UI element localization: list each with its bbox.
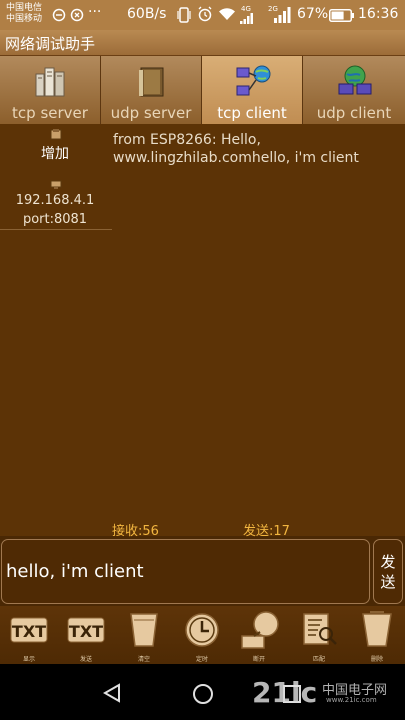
clear-cup-icon <box>130 613 158 647</box>
signal-1-icon <box>240 13 253 24</box>
toolbar-display[interactable]: TXT 显示 <box>4 606 54 664</box>
tab-udp-client[interactable]: udp client <box>303 56 405 124</box>
toolbar-label-timer: 定时 <box>195 656 208 663</box>
send-button-label: 发送 <box>380 552 396 591</box>
alarm-icon <box>198 6 212 22</box>
txt-send-icon: TXT <box>67 617 105 643</box>
received-counter: 接收:56 <box>112 524 159 539</box>
toolbar-label-match: 匹配 <box>312 656 325 663</box>
cloud-icon <box>52 8 66 22</box>
wifi-icon <box>219 8 235 20</box>
tab-udp-server[interactable]: udp server <box>101 56 202 124</box>
watermark-logo: 21ic <box>252 676 318 709</box>
connection-icon <box>50 180 62 189</box>
delete-cup-icon <box>362 611 392 647</box>
toolbar-label-disconnect: 断开 <box>252 656 265 663</box>
clock-icon <box>185 613 219 647</box>
network-client-icon <box>236 65 271 96</box>
back-icon[interactable] <box>103 683 121 703</box>
tab-label-tcp-client: tcp client <box>217 104 287 122</box>
counters: 接收:56 发送:17 <box>0 520 405 539</box>
svg-text:TXT: TXT <box>69 622 103 641</box>
toolbar-clear[interactable]: 清空 <box>119 606 169 664</box>
carrier-2: 中国移动 <box>6 14 43 24</box>
connection-panel: 增加 192.168.4.1 port:8081 <box>0 124 112 230</box>
signal-2-icon <box>274 7 291 23</box>
toolbar-match[interactable]: 匹配 <box>294 606 344 664</box>
watermark-url: www.21ic.com <box>326 696 377 704</box>
toolbar-label-display: 显示 <box>22 656 35 663</box>
sync-icon <box>70 8 84 22</box>
app-title: 网络调试助手 <box>5 35 96 53</box>
toolbar-timer[interactable]: 定时 <box>177 606 227 664</box>
tab-bar: tcp server udp server tcp client udp cli… <box>0 56 405 124</box>
network-speed: 60B/s <box>127 6 167 22</box>
toolbar-delete[interactable]: 删除 <box>352 606 402 664</box>
battery-percent: 67% <box>297 6 329 22</box>
toolbar-send[interactable]: TXT 发送 <box>61 606 111 664</box>
status-bar: 中国电信 中国移动 ··· 60B/s 4G 2G 67% 16:36 <box>0 0 405 30</box>
home-icon[interactable] <box>192 683 214 705</box>
tab-tcp-server[interactable]: tcp server <box>0 56 101 124</box>
title-bar: 网络调试助手 <box>0 30 405 56</box>
tab-label-tcp-server: tcp server <box>12 104 88 122</box>
connection-port: port:8081 <box>22 212 88 227</box>
match-search-icon <box>303 613 337 645</box>
toolbar-disconnect[interactable]: 断开 <box>234 606 284 664</box>
globe-computer-icon <box>338 65 372 95</box>
bottom-toolbar: TXT 显示 TXT 发送 清空 定时 断开 匹配 删除 <box>0 606 405 664</box>
book-icon <box>139 67 164 97</box>
connection-ip: 192.168.4.1 <box>15 193 95 208</box>
txt-display-icon: TXT <box>10 617 48 643</box>
toolbar-label-clear: 清空 <box>137 656 150 663</box>
app-root: 中国电信 中国移动 ··· 60B/s 4G 2G 67% 16:36 网络调试… <box>0 0 405 720</box>
receive-log: from ESP8266: Hello, www.lingzhilab.comh… <box>113 132 359 166</box>
network-4g-label: 4G <box>241 5 251 13</box>
tab-label-udp-client: udp client <box>316 104 392 122</box>
svg-text:TXT: TXT <box>12 622 46 641</box>
sent-counter: 发送:17 <box>243 524 290 539</box>
tab-label-udp-server: udp server <box>110 104 192 122</box>
clock-time: 16:36 <box>358 6 399 22</box>
battery-icon <box>329 9 354 22</box>
add-connection-icon <box>50 129 62 140</box>
message-input[interactable] <box>1 539 370 604</box>
carrier-1: 中国电信 <box>6 3 43 13</box>
main-panel: 增加 192.168.4.1 port:8081 from ESP8266: H… <box>0 124 405 536</box>
server-rack-icon <box>35 67 65 97</box>
disconnect-icon <box>241 611 279 649</box>
toolbar-label-delete: 删除 <box>370 656 383 663</box>
tab-tcp-client[interactable]: tcp client <box>202 56 303 124</box>
vibrate-icon <box>177 7 191 23</box>
toolbar-label-send: 发送 <box>79 656 92 663</box>
add-connection-label: 增加 <box>41 146 69 162</box>
carrier-info: 中国电信 中国移动 <box>6 3 42 25</box>
connection-divider <box>0 229 112 230</box>
more-icon: ··· <box>88 4 102 20</box>
send-button[interactable]: 发送 <box>373 539 403 604</box>
